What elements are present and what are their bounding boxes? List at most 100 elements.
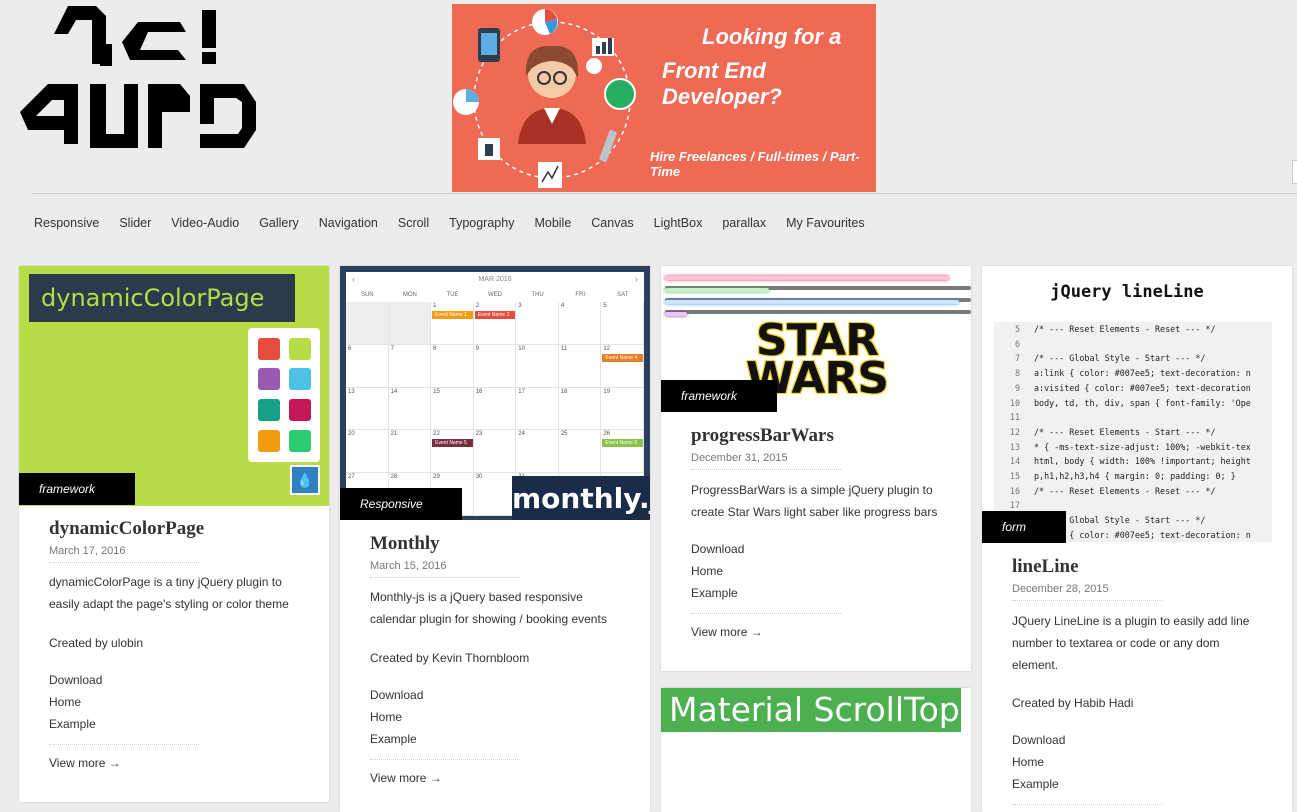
calendar-event[interactable]: Event Name 1	[432, 311, 473, 319]
calendar-day[interactable]: 2	[473, 302, 517, 345]
calendar-day[interactable]: 26	[601, 430, 644, 474]
card-title[interactable]: Monthly	[370, 533, 440, 555]
example-link[interactable]: Example	[370, 728, 423, 750]
nav-item-parallax[interactable]: parallax	[712, 216, 776, 230]
calendar-day[interactable]: 11	[558, 344, 602, 388]
calendar-day[interactable]: 6	[346, 344, 389, 388]
category-tag[interactable]: Responsive	[340, 488, 462, 520]
nav-item-my-favourites[interactable]: My Favourites	[776, 216, 875, 230]
nav-item-responsive[interactable]: Responsive	[24, 216, 109, 230]
calendar-day[interactable]: 25	[558, 430, 602, 474]
view-more-link[interactable]: View more →	[370, 771, 442, 785]
calendar-day[interactable]: 17	[516, 387, 559, 431]
nav-item-navigation[interactable]: Navigation	[309, 216, 388, 230]
chevron-right-icon: ›	[635, 274, 638, 284]
divider	[49, 744, 199, 745]
calendar-day[interactable]: 3	[516, 302, 559, 345]
card-author: Created by ulobin	[49, 636, 144, 650]
weekday-label: THU	[531, 292, 544, 298]
nav-item-scroll[interactable]: Scroll	[388, 216, 439, 230]
category-nav: Responsive Slider Video-Audio Gallery Na…	[24, 216, 875, 230]
view-more-link[interactable]: View more →	[49, 756, 121, 770]
calendar-day[interactable]: 18	[558, 387, 602, 431]
download-link[interactable]: Download	[691, 538, 744, 560]
description-line: element.	[1012, 658, 1059, 672]
calendar-day[interactable]: 14	[388, 387, 432, 431]
color-swatch	[258, 399, 280, 421]
home-link[interactable]: Home	[370, 706, 423, 728]
card-title[interactable]: dynamicColorPage	[49, 518, 204, 540]
calendar-day[interactable]: 1	[431, 302, 474, 345]
line-number: 14	[1009, 456, 1020, 467]
search-toggle[interactable]	[1292, 160, 1297, 184]
calendar-event[interactable]: Event Name 5	[432, 439, 473, 448]
code-line: 13 * { -ms-text-size-adjust: 100%; -webki…	[994, 440, 1251, 455]
calendar-day[interactable]: 10	[516, 344, 559, 388]
calendar-day[interactable]: 22	[431, 430, 474, 474]
calendar-day[interactable]: 9	[473, 344, 517, 388]
nav-item-lightbox[interactable]: LightBox	[644, 216, 713, 230]
home-link[interactable]: Home	[1012, 751, 1065, 773]
calendar-day[interactable]: 21	[388, 430, 432, 474]
calendar-event[interactable]: Event Name 4	[602, 353, 643, 362]
nav-item-mobile[interactable]: Mobile	[524, 216, 581, 230]
category-tag[interactable]: form	[982, 511, 1066, 543]
download-link[interactable]: Download	[1012, 729, 1065, 751]
card-thumbnail[interactable]: Material ScrollTop	[661, 688, 961, 732]
download-link[interactable]: Download	[49, 669, 102, 691]
color-swatch	[258, 338, 280, 360]
divider	[370, 759, 520, 760]
card-thumbnail[interactable]: ‹ MAR 2016 › SUN MON TUE WED THU FRI SAT…	[340, 266, 650, 520]
calendar-day[interactable]: 7	[388, 344, 432, 388]
calendar-day[interactable]: 4	[558, 302, 602, 345]
code-text: p,h1,h2,h3,h4 { margin: 0; padding: 0; }	[1034, 471, 1236, 481]
card-title[interactable]: progressBarWars	[691, 425, 834, 447]
download-link[interactable]: Download	[370, 684, 423, 706]
divider	[691, 613, 841, 614]
nav-item-typography[interactable]: Typography	[439, 216, 524, 230]
calendar-day[interactable]: 13	[346, 387, 389, 431]
nav-item-video-audio[interactable]: Video-Audio	[161, 216, 249, 230]
code-line: 16 /* --- Reset Elements - Reset --- */	[994, 484, 1216, 499]
category-tag[interactable]: framework	[19, 473, 135, 505]
divider	[691, 469, 841, 470]
card-thumbnail[interactable]: jQuery lineLine 5 /* --- Reset Elements -…	[982, 266, 1292, 546]
code-line: 12 /* --- Reset Elements - Start --- */	[994, 425, 1216, 440]
color-swatch	[258, 368, 280, 390]
example-link[interactable]: Example	[691, 582, 744, 604]
calendar-event[interactable]: Event Name 6	[602, 439, 643, 448]
example-link[interactable]: Example	[49, 713, 102, 735]
category-tag[interactable]: framework	[661, 380, 777, 412]
calendar-day[interactable]: 24	[516, 430, 559, 474]
ad-banner[interactable]: Looking for a Front End Developer? Hire …	[452, 4, 876, 192]
card-author: Created by Kevin Thornbloom	[370, 651, 530, 665]
nav-item-canvas[interactable]: Canvas	[581, 216, 643, 230]
card-thumbnail[interactable]: dynamicColorPage 💧	[19, 266, 329, 506]
home-link[interactable]: Home	[691, 560, 744, 582]
nav-item-gallery[interactable]: Gallery	[249, 216, 309, 230]
view-more-link[interactable]: View more →	[691, 625, 763, 639]
calendar-day[interactable]: 20	[346, 430, 389, 474]
calendar-day[interactable]: 12	[601, 344, 644, 388]
example-link[interactable]: Example	[1012, 773, 1065, 795]
calendar-day[interactable]	[346, 302, 389, 345]
calendar-day[interactable]: 30	[473, 473, 517, 516]
calendar-day[interactable]: 5	[601, 302, 644, 345]
calendar-day[interactable]	[388, 302, 432, 345]
site-logo[interactable]	[18, 4, 258, 150]
calendar-day[interactable]: 15	[431, 387, 474, 431]
card-title[interactable]: lineLine	[1012, 556, 1079, 578]
home-link[interactable]: Home	[49, 691, 102, 713]
calendar-weekdays: SUN MON TUE WED THU FRI SAT	[346, 292, 644, 298]
calendar-day[interactable]: 16	[473, 387, 517, 431]
calendar-day[interactable]: 8	[431, 344, 474, 388]
nav-item-slider[interactable]: Slider	[109, 216, 161, 230]
code-line: 7 /* --- Global Style - Start --- */	[994, 351, 1205, 366]
calendar-event[interactable]: Event Name 2	[474, 311, 516, 319]
divider	[370, 577, 520, 578]
calendar-day[interactable]: 19	[601, 387, 644, 431]
calendar-day[interactable]: 23	[473, 430, 517, 474]
code-line: 9 a:visited { color: #007ee5; text-decora…	[994, 381, 1251, 396]
code-text: /* --- Reset Elements - Reset --- */	[1034, 324, 1216, 334]
description-line: JQuery LineLine is a plugin to easily ad…	[1012, 614, 1250, 628]
